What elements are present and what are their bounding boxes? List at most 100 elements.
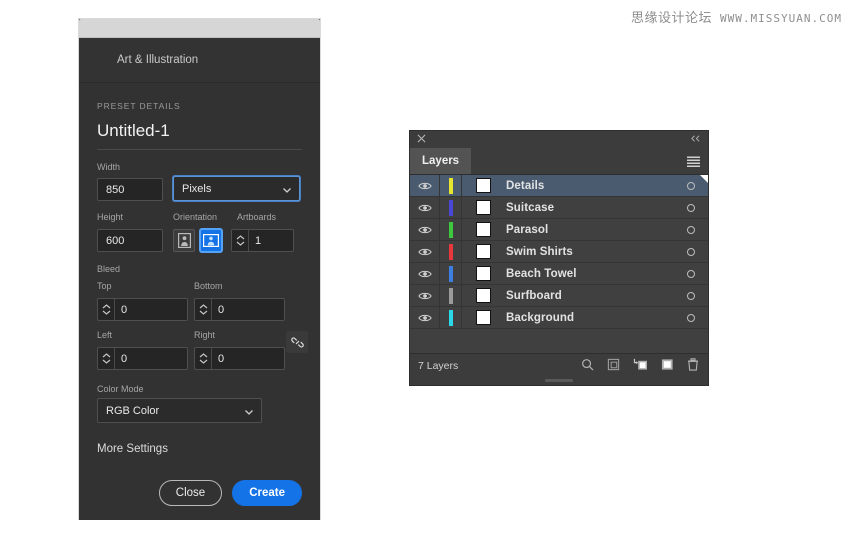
target-circle-shape	[687, 204, 695, 212]
stepper-arrows-icon[interactable]	[195, 348, 211, 369]
more-settings-link[interactable]: More Settings	[97, 443, 302, 455]
table-row[interactable]: Swim Shirts	[410, 241, 708, 263]
bleed-bottom-stepper[interactable]: 0	[194, 298, 285, 321]
locate-object-icon[interactable]	[581, 358, 594, 374]
layers-panel: Layers Details Suitcase Parasol Swim Shirts…	[410, 131, 708, 385]
target-circle-shape	[687, 270, 695, 278]
stepper-arrows-icon[interactable]	[98, 348, 114, 369]
preset-name-input[interactable]: Untitled-1	[97, 121, 302, 150]
layer-thumbnail-image	[476, 178, 491, 193]
bleed-right-value[interactable]: 0	[211, 348, 284, 369]
make-clipping-mask-icon[interactable]	[607, 358, 620, 374]
layers-empty-area	[410, 329, 708, 353]
eye-icon[interactable]	[410, 197, 440, 218]
target-circle-icon[interactable]	[674, 314, 708, 322]
eye-icon[interactable]	[410, 241, 440, 262]
layer-thumbnail-image	[476, 266, 491, 281]
target-circle-icon[interactable]	[674, 292, 708, 300]
layer-color-bar	[449, 288, 453, 304]
table-row[interactable]: Beach Towel	[410, 263, 708, 285]
link-chain-icon[interactable]	[286, 331, 308, 353]
table-row[interactable]: Background	[410, 307, 708, 329]
portrait-orientation-icon[interactable]	[173, 229, 195, 252]
chevron-down-icon	[281, 184, 291, 194]
bleed-top-stepper[interactable]: 0	[97, 298, 188, 321]
eye-icon[interactable]	[410, 175, 440, 196]
create-new-sublayer-icon[interactable]	[633, 358, 648, 374]
collapse-double-chevron-icon[interactable]	[690, 134, 701, 146]
target-circle-icon[interactable]	[674, 270, 708, 278]
table-row[interactable]: Details	[410, 175, 708, 197]
table-row[interactable]: Suitcase	[410, 197, 708, 219]
layer-color-bar	[449, 222, 453, 238]
target-circle-icon[interactable]	[674, 226, 708, 234]
layer-thumbnail-image	[476, 244, 491, 259]
layer-name-label[interactable]: Suitcase	[504, 202, 674, 214]
bleed-top-label: Top	[97, 281, 188, 291]
tab-layers[interactable]: Layers	[410, 148, 471, 174]
eye-icon[interactable]	[410, 219, 440, 240]
target-circle-icon[interactable]	[674, 248, 708, 256]
color-mode-value: RGB Color	[106, 405, 159, 417]
dialog-header: Art & Illustration	[79, 38, 320, 83]
layer-name-label[interactable]: Details	[504, 180, 674, 192]
height-input[interactable]: 600	[97, 229, 163, 252]
stepper-arrows-icon[interactable]	[195, 299, 211, 320]
landscape-orientation-icon[interactable]	[200, 229, 222, 252]
close-icon[interactable]	[417, 134, 426, 146]
layer-name-label[interactable]: Surfboard	[504, 290, 674, 302]
layer-name-label[interactable]: Background	[504, 312, 674, 324]
table-row[interactable]: Surfboard	[410, 285, 708, 307]
layer-thumbnail	[462, 263, 504, 284]
target-circle-shape	[687, 226, 695, 234]
close-button[interactable]: Close	[159, 480, 222, 506]
layer-color-bar	[449, 310, 453, 326]
dialog-header-title: Art & Illustration	[117, 54, 198, 66]
panel-menu-icon[interactable]	[687, 148, 708, 174]
bleed-left-stepper[interactable]: 0	[97, 347, 188, 370]
delete-selection-icon[interactable]	[687, 358, 699, 374]
width-unit-value: Pixels	[182, 183, 211, 195]
dialog-titlebar[interactable]	[79, 19, 320, 38]
layer-thumbnail-image	[476, 222, 491, 237]
stepper-arrows-icon[interactable]	[98, 299, 114, 320]
bleed-right-stepper[interactable]: 0	[194, 347, 285, 370]
table-row[interactable]: Parasol	[410, 219, 708, 241]
width-input[interactable]: 850	[97, 178, 163, 201]
watermark-chinese-text: 思缘设计论坛	[631, 7, 712, 26]
layer-thumbnail	[462, 197, 504, 218]
bleed-bottom-value[interactable]: 0	[211, 299, 284, 320]
layer-thumbnail-image	[476, 288, 491, 303]
layer-thumbnail-image	[476, 200, 491, 215]
target-circle-icon[interactable]	[674, 204, 708, 212]
layer-thumbnail-image	[476, 310, 491, 325]
layer-color-swatch	[440, 197, 462, 218]
layer-name-label[interactable]: Parasol	[504, 224, 674, 236]
bleed-left-value[interactable]: 0	[114, 348, 187, 369]
watermark-url-text: WWW.MISSYUAN.COM	[720, 12, 842, 25]
layer-name-label[interactable]: Swim Shirts	[504, 246, 674, 258]
width-label: Width	[97, 162, 302, 172]
create-button[interactable]: Create	[232, 480, 302, 506]
layer-color-bar	[449, 266, 453, 282]
bleed-bottom-label: Bottom	[194, 281, 285, 291]
artboards-stepper[interactable]: 1	[231, 229, 294, 252]
artboards-value[interactable]: 1	[248, 230, 293, 251]
eye-icon[interactable]	[410, 263, 440, 284]
eye-icon[interactable]	[410, 307, 440, 328]
new-document-dialog: Art & Illustration PRESET DETAILS Untitl…	[79, 19, 320, 519]
layer-name-label[interactable]: Beach Towel	[504, 268, 674, 280]
color-mode-select[interactable]: RGB Color	[97, 398, 262, 423]
create-new-layer-icon[interactable]	[661, 358, 674, 374]
width-unit-select[interactable]: Pixels	[173, 176, 300, 201]
eye-icon[interactable]	[410, 285, 440, 306]
stepper-arrows-icon[interactable]	[232, 230, 248, 251]
layers-list: Details Suitcase Parasol Swim Shirts Beach T…	[410, 175, 708, 329]
layer-color-bar	[449, 178, 453, 194]
orientation-label: Orientation	[173, 212, 237, 222]
artboards-label: Artboards	[237, 212, 302, 222]
bleed-top-value[interactable]: 0	[114, 299, 187, 320]
panel-resize-handle[interactable]	[410, 377, 708, 383]
panel-topbar	[410, 131, 708, 148]
target-circle-shape	[687, 292, 695, 300]
